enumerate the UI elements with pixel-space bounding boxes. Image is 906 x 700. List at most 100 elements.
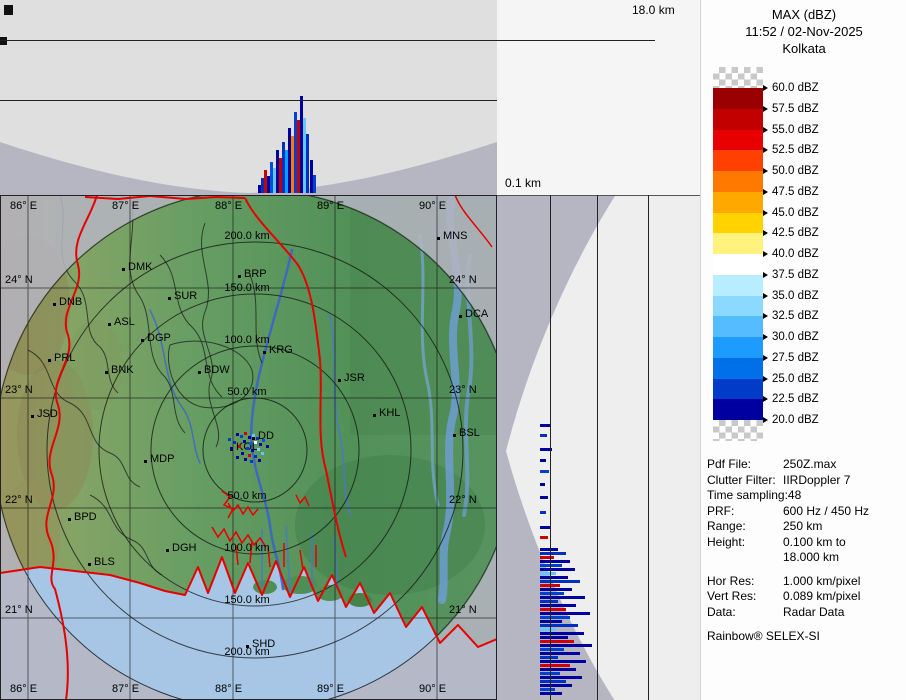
echo-side-bar xyxy=(540,552,566,555)
legend-label-text: 35.0 dBZ xyxy=(772,290,819,302)
legend-swatch xyxy=(713,130,763,151)
legend-label-text: 45.0 dBZ xyxy=(772,207,819,219)
info-row: Data:Radar Data xyxy=(707,605,903,621)
city-label: BPD xyxy=(74,511,97,524)
legend-label: 32.5 dBZ xyxy=(763,309,819,323)
legend-swatch xyxy=(713,88,763,109)
city-marker xyxy=(263,351,266,354)
legend-label-text: 55.0 dBZ xyxy=(772,124,819,136)
city-label: KHL xyxy=(379,407,400,420)
info-value: 1.000 km/pixel xyxy=(783,574,860,590)
legend-swatch xyxy=(713,296,763,317)
radar-echo-pixel xyxy=(262,439,265,442)
legend-label-text: 27.5 dBZ xyxy=(772,352,819,364)
echo-side-bar xyxy=(540,676,582,679)
info-label: Hor Res: xyxy=(707,574,783,590)
city-label: SUR xyxy=(174,290,197,303)
legend-label-text: 30.0 dBZ xyxy=(772,331,819,343)
latitude-label: 23° N xyxy=(449,384,477,397)
legend-swatch xyxy=(713,171,763,192)
echo-side-bar xyxy=(540,470,549,473)
info-value: 0.089 km/pixel xyxy=(783,589,860,605)
radar-echo-pixel xyxy=(257,448,260,451)
city-label: BSL xyxy=(459,427,480,440)
longitude-label: 90° E xyxy=(419,200,446,213)
info-row: Height:0.100 km to xyxy=(707,535,903,551)
info-row: Pdf File:250Z.max xyxy=(707,457,903,473)
latitude-label: 22° N xyxy=(5,494,33,507)
echo-top-bar xyxy=(306,134,309,193)
legend-label: 60.0 dBZ xyxy=(763,81,819,95)
city-marker xyxy=(53,303,56,306)
city-marker xyxy=(105,371,108,374)
legend-label: 20.0 dBZ xyxy=(763,413,819,427)
height-scale-line xyxy=(0,100,497,101)
radar-application-window: 18.0 km 0.1 km xyxy=(0,0,906,700)
latitude-label: 23° N xyxy=(5,384,33,397)
city-label: DD xyxy=(258,430,274,443)
city-marker xyxy=(238,275,241,278)
city-marker xyxy=(246,645,249,648)
range-ring-label: 50.0 km xyxy=(212,386,282,399)
height-scale-line xyxy=(648,195,649,700)
city-marker xyxy=(437,237,440,240)
echo-side-bar xyxy=(540,612,590,615)
legend-label: 50.0 dBZ xyxy=(763,164,819,178)
longitude-label: 86° E xyxy=(10,200,37,213)
info-label: Range: xyxy=(707,519,783,535)
info-row: PRF:600 Hz / 450 Hz xyxy=(707,504,903,520)
legend-swatch xyxy=(713,233,763,254)
legend-swatch xyxy=(713,150,763,171)
city-label: BRP xyxy=(244,268,267,281)
city-label: ASL xyxy=(114,316,135,329)
range-ring-label: 150.0 km xyxy=(212,282,282,295)
radar-echo-pixel xyxy=(256,437,259,440)
latitude-label: 24° N xyxy=(449,274,477,287)
city-label: JSR xyxy=(344,372,365,385)
legend-label-text: 22.5 dBZ xyxy=(772,393,819,405)
clipped-axis-label xyxy=(4,5,13,15)
longitude-label: 87° E xyxy=(112,683,139,696)
radar-echo-pixel xyxy=(261,452,264,455)
info-row: Time sampling:48 xyxy=(707,488,903,504)
echo-side-bar xyxy=(540,628,556,631)
software-brand: Rainbow® SELEX-SI xyxy=(707,629,903,645)
info-label: Height: xyxy=(707,535,783,551)
side-profile-coverage xyxy=(497,196,700,700)
legend-tick-arrow-icon xyxy=(763,376,768,382)
top-profile-panel xyxy=(0,0,497,195)
echo-side-bar xyxy=(540,588,572,591)
legend-label-text: 47.5 dBZ xyxy=(772,186,819,198)
radar-echo-pixel xyxy=(254,441,257,444)
coverage-limit-shape xyxy=(0,142,497,195)
legend-swatch xyxy=(713,213,763,234)
info-row: Vert Res:0.089 km/pixel xyxy=(707,589,903,605)
longitude-label: 88° E xyxy=(215,683,242,696)
info-label xyxy=(707,550,783,566)
echo-side-bar xyxy=(540,560,570,563)
echo-side-bar xyxy=(540,511,546,514)
city-marker xyxy=(141,339,144,342)
height-scale-line xyxy=(597,195,598,700)
legend-swatch xyxy=(713,358,763,379)
echo-side-bar xyxy=(540,592,564,595)
info-row: Range:250 km xyxy=(707,519,903,535)
city-label: MNS xyxy=(443,230,467,243)
radar-echo-pixel xyxy=(244,432,247,435)
legend-tick-arrow-icon xyxy=(763,147,768,153)
legend-swatch xyxy=(713,275,763,296)
echo-side-bar xyxy=(540,632,584,635)
radar-echo-pixel xyxy=(251,449,254,452)
echo-side-bar xyxy=(540,596,585,599)
city-marker xyxy=(88,563,91,566)
city-label: PRL xyxy=(54,352,75,365)
radar-echo-pixel xyxy=(240,435,243,438)
range-ring-label: 50.0 km xyxy=(212,490,282,503)
echo-side-bar xyxy=(540,434,547,437)
echo-side-bar xyxy=(540,680,566,683)
echo-side-bar xyxy=(540,604,576,607)
echo-side-bar xyxy=(540,688,555,691)
range-ring-label: 200.0 km xyxy=(212,230,282,243)
legend-label: 45.0 dBZ xyxy=(763,206,819,220)
radar-echo-pixel xyxy=(228,438,231,441)
